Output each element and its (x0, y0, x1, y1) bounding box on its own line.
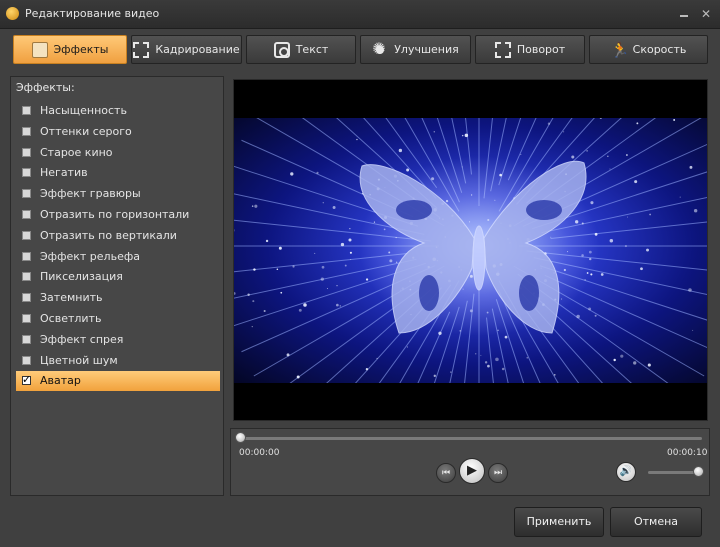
effect-checkbox[interactable] (22, 293, 31, 303)
effect-item[interactable]: Эффект гравюры (16, 184, 220, 204)
tab-crop[interactable]: Кадрирование (131, 35, 242, 64)
effect-label: Эффект рельефа (40, 249, 140, 263)
effect-checkbox[interactable] (22, 168, 31, 178)
effect-checkbox[interactable] (22, 210, 31, 219)
effect-item[interactable]: Отразить по вертикали (16, 226, 220, 246)
effect-item[interactable]: Эффект рельефа (16, 247, 220, 267)
effect-label: Старое кино (40, 145, 113, 159)
tab-speed-label: Скорость (632, 43, 687, 56)
effect-label: Пикселизация (40, 270, 123, 284)
video-frame-image (234, 118, 707, 383)
close-button[interactable]: ✕ (698, 6, 714, 22)
minimize-button[interactable] (676, 6, 692, 22)
effect-item[interactable]: Эффект спрея (16, 330, 220, 350)
effect-checkbox[interactable] (22, 251, 31, 261)
effect-label: Оттенки серого (40, 124, 132, 138)
tab-text[interactable]: Текст (246, 35, 356, 64)
skip-back-icon: ⏮ (441, 468, 451, 478)
tab-crop-label: Кадрирование (155, 43, 240, 56)
tab-rotate[interactable]: Поворот (475, 35, 585, 64)
effect-checkbox[interactable] (22, 272, 31, 282)
speaker-icon: 🔊 (619, 466, 633, 477)
skip-forward-icon: ⏭ (493, 468, 503, 478)
effect-item[interactable]: Цветной шум (16, 351, 220, 371)
effect-item[interactable]: Насыщенность (16, 101, 220, 121)
effect-checkbox[interactable] (22, 314, 31, 323)
tab-rotate-label: Поворот (516, 43, 566, 56)
crop-icon (133, 41, 150, 58)
effect-checkbox[interactable] (22, 147, 31, 157)
effect-label: Аватар (40, 374, 81, 388)
text-icon (273, 41, 290, 58)
title-bar: Редактирование видео ✕ (0, 0, 720, 29)
play-button[interactable]: ▶ (459, 458, 485, 484)
tab-text-label: Текст (295, 43, 329, 56)
play-icon: ▶ (467, 463, 477, 478)
effect-checkbox[interactable] (22, 126, 31, 136)
previous-button[interactable]: ⏮ (436, 463, 456, 483)
seek-bar[interactable] (238, 437, 702, 440)
tab-effects[interactable]: Эффекты (13, 35, 127, 64)
effect-item[interactable]: Пикселизация (16, 267, 220, 287)
volume-thumb[interactable] (693, 466, 704, 477)
effects-heading: Эффекты: (16, 81, 75, 94)
next-button[interactable]: ⏭ (488, 463, 508, 483)
effect-label: Эффект гравюры (40, 187, 141, 201)
effect-item[interactable]: Негатив (16, 163, 220, 183)
current-time: 00:00:00 (239, 448, 280, 458)
effect-label: Осветлить (40, 312, 102, 325)
effect-label: Негатив (40, 166, 88, 180)
effect-label: Насыщенность (40, 104, 127, 117)
effect-checkbox[interactable] (22, 355, 31, 365)
total-time: 00:00:10 (667, 448, 708, 458)
rotate-icon (494, 41, 511, 58)
effect-item[interactable]: Старое кино (16, 143, 220, 163)
tab-effects-label: Эффекты (53, 43, 109, 56)
effect-label: Отразить по вертикали (40, 228, 177, 242)
enhance-icon (372, 40, 388, 58)
tab-bar: Эффекты Кадрирование Текст Улучшения Пов… (10, 32, 710, 68)
effect-label: Цветной шум (40, 353, 118, 367)
effect-item[interactable]: Осветлить (16, 309, 220, 329)
tab-enhance-label: Улучшения (394, 43, 459, 56)
effect-label: Отразить по горизонтали (40, 208, 190, 221)
effect-label: Эффект спрея (40, 332, 124, 346)
effect-checkbox[interactable] (22, 106, 31, 115)
effect-item[interactable]: Затемнить (16, 288, 220, 308)
effect-label: Затемнить (40, 291, 103, 305)
effect-item[interactable]: Оттенки серого (16, 122, 220, 142)
effects-panel: Эффекты: Насыщенность Оттенки серого Старо… (10, 76, 224, 496)
effect-item[interactable]: Отразить по горизонтали (16, 205, 220, 225)
apply-button[interactable]: Применить (514, 507, 604, 537)
video-preview (233, 79, 708, 421)
cancel-button[interactable]: Отмена (610, 507, 702, 537)
effects-icon (31, 41, 48, 58)
app-logo-icon (6, 7, 19, 20)
player-controls: 00:00:00 00:00:10 ⏮ ▶ ⏭ 🔊 (230, 428, 710, 496)
volume-button[interactable]: 🔊 (616, 462, 636, 482)
effect-checkbox[interactable] (22, 334, 31, 344)
seek-thumb[interactable] (235, 432, 246, 443)
tab-enhance[interactable]: Улучшения (360, 35, 471, 64)
effect-checkbox[interactable] (22, 230, 31, 240)
window-title: Редактирование видео (25, 7, 160, 20)
effect-checkbox[interactable] (22, 189, 31, 199)
speed-icon: 🏃 (610, 40, 630, 59)
effect-checkbox[interactable] (22, 373, 31, 386)
effect-item[interactable]: Аватар (16, 371, 220, 392)
tab-speed[interactable]: 🏃 Скорость (589, 35, 708, 64)
